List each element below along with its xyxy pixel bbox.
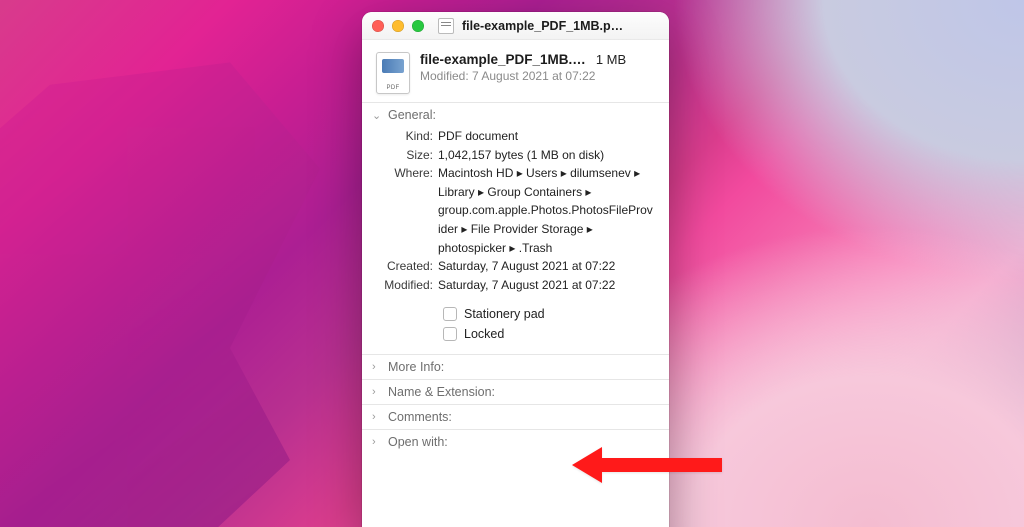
value-created: Saturday, 7 August 2021 at 07:22 [438,257,655,276]
chevron-right-icon: › [372,411,382,423]
file-modified-line: Modified: 7 August 2021 at 07:22 [420,69,655,83]
row-size: Size: 1,042,157 bytes (1 MB on disk) [376,146,655,165]
chevron-down-icon: ⌄ [372,109,382,122]
minimize-button[interactable] [392,20,404,32]
zoom-button[interactable] [412,20,424,32]
chevron-right-icon: › [372,436,382,448]
label-stationery-pad: Stationery pad [464,307,545,321]
value-kind: PDF document [438,127,655,146]
row-where: Where: Macintosh HD ▸ Users ▸ dilumsenev… [376,164,655,257]
label-where: Where: [376,164,438,257]
row-modified: Modified: Saturday, 7 August 2021 at 07:… [376,276,655,295]
sections-container: ⌄ General: Kind: PDF document Size: 1,04… [362,102,669,460]
file-header: file-example_PDF_1MB.… 1 MB Modified: 7 … [362,40,669,102]
section-title-open-with: Open with: [388,435,448,449]
section-title-more-info: More Info: [388,360,444,374]
titlebar-title: file-example_PDF_1MB.p… [462,19,659,33]
value-size: 1,042,157 bytes (1 MB on disk) [438,146,655,165]
get-info-window: file-example_PDF_1MB.p… file-example_PDF… [362,12,669,527]
value-where: Macintosh HD ▸ Users ▸ dilumsenev ▸ Libr… [438,164,655,257]
titlebar[interactable]: file-example_PDF_1MB.p… [362,12,669,40]
chevron-right-icon: › [372,386,382,398]
chevron-right-icon: › [372,361,382,373]
section-title-comments: Comments: [388,410,452,424]
label-created: Created: [376,257,438,276]
label-kind: Kind: [376,127,438,146]
section-header-general[interactable]: ⌄ General: [362,103,669,127]
section-header-more-info[interactable]: › More Info: [362,355,669,379]
section-header-comments[interactable]: › Comments: [362,405,669,429]
section-comments: › Comments: [362,404,669,429]
section-name-extension: › Name & Extension: [362,379,669,404]
label-modified: Modified: [376,276,438,295]
section-header-open-with[interactable]: › Open with: [362,430,669,454]
section-header-name-extension[interactable]: › Name & Extension: [362,380,669,404]
section-title-general: General: [388,108,436,122]
row-created: Created: Saturday, 7 August 2021 at 07:2… [376,257,655,276]
section-more-info: › More Info: [362,354,669,379]
row-locked: Locked [376,324,655,344]
checkbox-stationery-pad[interactable] [443,307,457,321]
value-modified: Saturday, 7 August 2021 at 07:22 [438,276,655,295]
file-name: file-example_PDF_1MB.… [420,52,586,67]
close-button[interactable] [372,20,384,32]
traffic-light-buttons [372,20,424,32]
file-size: 1 MB [596,52,626,67]
section-body-general: Kind: PDF document Size: 1,042,157 bytes… [362,127,669,354]
file-thumbnail-icon [376,52,410,94]
checkbox-locked[interactable] [443,327,457,341]
file-header-text: file-example_PDF_1MB.… 1 MB Modified: 7 … [420,52,655,83]
section-title-name-extension: Name & Extension: [388,385,495,399]
section-general: ⌄ General: Kind: PDF document Size: 1,04… [362,102,669,354]
row-stationery-pad: Stationery pad [376,304,655,324]
label-size: Size: [376,146,438,165]
label-locked: Locked [464,327,504,341]
titlebar-file-icon [438,18,454,34]
row-kind: Kind: PDF document [376,127,655,146]
section-open-with: › Open with: [362,429,669,454]
